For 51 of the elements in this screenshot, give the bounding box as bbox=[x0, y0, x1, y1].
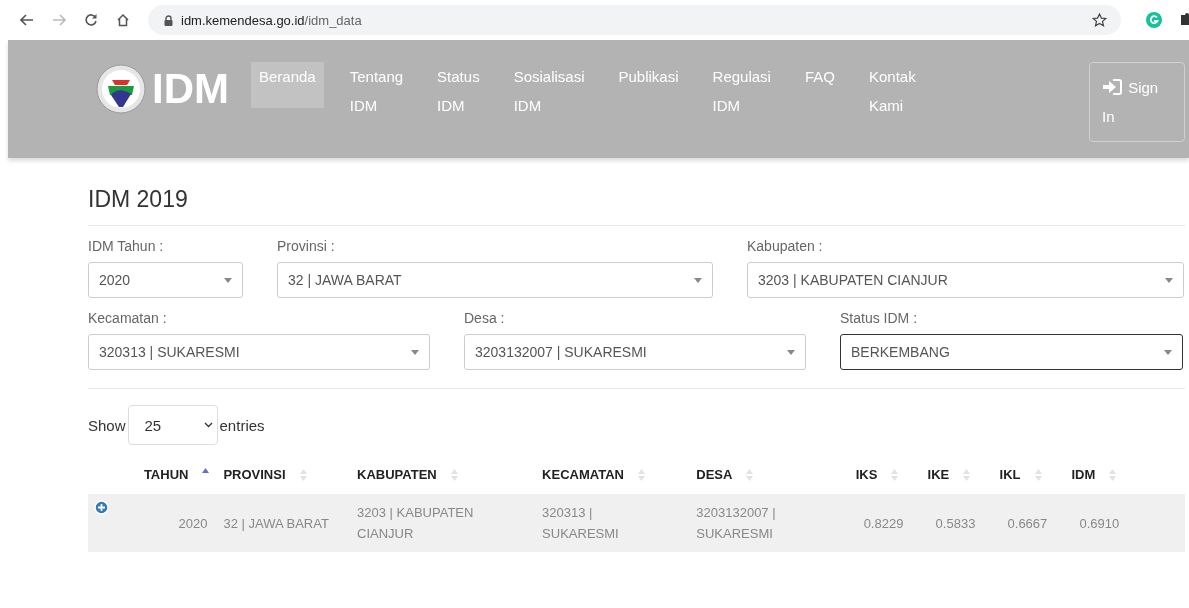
column-header[interactable]: KABUPATEN bbox=[347, 461, 533, 494]
table-cell-text: 3203 | KABUPATEN CIANJUR bbox=[357, 504, 475, 543]
table-cell-text: 2020 bbox=[178, 514, 208, 533]
table-cell-text: 0.6667 bbox=[1007, 514, 1048, 533]
lock-icon bbox=[164, 14, 173, 26]
field-label: Provinsi : bbox=[277, 238, 336, 254]
column-header[interactable]: IKL bbox=[989, 461, 1062, 494]
caret-icon bbox=[787, 349, 795, 355]
column-header[interactable]: IKS bbox=[845, 461, 918, 494]
table-cell-text: 0.5833 bbox=[935, 514, 976, 533]
expand-icon[interactable] bbox=[94, 500, 109, 515]
caret-icon bbox=[224, 277, 232, 283]
table-cell-text: 3203132007 | SUKARESMI bbox=[696, 504, 777, 543]
caret-icon bbox=[1164, 349, 1172, 355]
column-header[interactable]: IDM bbox=[1061, 461, 1185, 494]
select-field[interactable]: 2020 bbox=[88, 262, 243, 298]
home-icon[interactable] bbox=[116, 13, 130, 27]
table-cell-text: 320313 | SUKARESMI bbox=[542, 504, 620, 543]
star-icon[interactable] bbox=[1092, 12, 1107, 28]
field-label: Desa : bbox=[464, 310, 506, 326]
caret-icon bbox=[411, 349, 419, 355]
address-bar[interactable]: idm.kemendesa.go.id/idm_data bbox=[148, 5, 1121, 35]
chevron-icon bbox=[203, 422, 213, 428]
table-cell-text: 0.6910 bbox=[1079, 514, 1120, 533]
column-header[interactable]: DESA bbox=[686, 461, 846, 494]
select-field[interactable]: 32 | JAWA BARAT bbox=[277, 262, 713, 298]
caret-icon bbox=[694, 277, 702, 283]
entries-select[interactable]: 25 bbox=[127, 405, 218, 445]
logo-text: IDM bbox=[152, 65, 229, 113]
select-field[interactable]: 3203132007 | SUKARESMI bbox=[464, 334, 806, 370]
table-cell-text: 32 | JAWA BARAT bbox=[223, 514, 329, 533]
column-header[interactable]: PROVINSI bbox=[213, 461, 348, 494]
select-field[interactable]: 3203 | KABUPATEN CIANJUR bbox=[747, 262, 1184, 298]
column-header[interactable]: TAHUN bbox=[118, 461, 214, 494]
column-header[interactable]: KECAMATAN bbox=[532, 461, 687, 494]
field-label: Status IDM : bbox=[840, 310, 919, 326]
back-icon[interactable] bbox=[20, 14, 34, 26]
caret-icon bbox=[1165, 277, 1173, 283]
field-label: IDM Tahun : bbox=[88, 238, 165, 254]
reload-icon[interactable] bbox=[84, 13, 98, 27]
logo-icon bbox=[96, 64, 146, 114]
sign-in-icon bbox=[1102, 79, 1122, 95]
page-title: IDM 2019 bbox=[88, 186, 189, 213]
select-field[interactable]: BERKEMBANG bbox=[840, 334, 1183, 370]
field-label: Kabupaten : bbox=[747, 238, 824, 254]
table-cell-text: 0.8229 bbox=[863, 514, 904, 533]
column-header[interactable]: IKE bbox=[917, 461, 990, 494]
show-label: Show bbox=[88, 416, 126, 434]
select-field[interactable]: 320313 | SUKARESMI bbox=[88, 334, 430, 370]
field-label: Kecamatan : bbox=[88, 310, 168, 326]
entries-label: entries bbox=[219, 416, 265, 434]
